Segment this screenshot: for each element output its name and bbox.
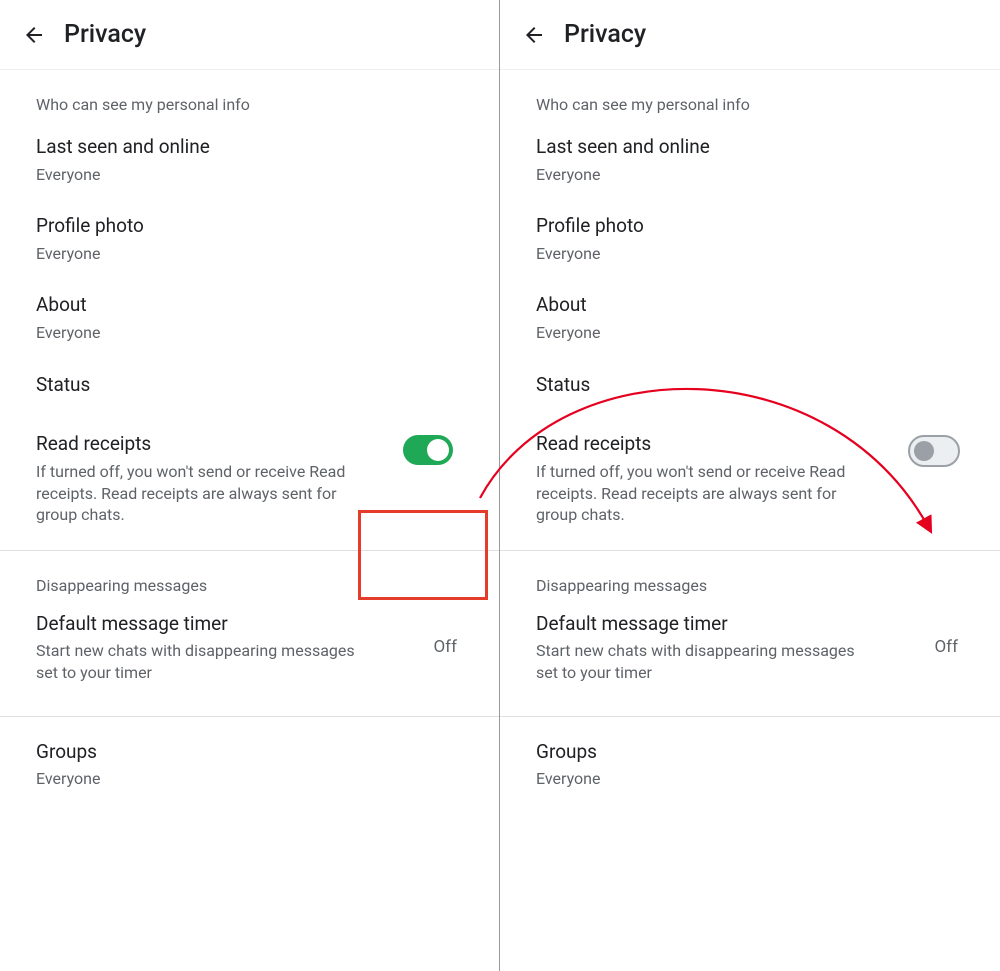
row-title: Groups	[36, 739, 463, 765]
row-title: Profile photo	[36, 213, 463, 239]
row-value: Everyone	[536, 243, 876, 265]
section-disappearing-label: Disappearing messages	[500, 551, 1000, 601]
row-title: Groups	[536, 739, 964, 765]
row-profile-photo[interactable]: Profile photo Everyone	[0, 199, 499, 278]
back-button[interactable]	[12, 13, 56, 57]
read-receipts-toggle[interactable]	[908, 435, 960, 467]
row-groups[interactable]: Groups Everyone	[500, 717, 1000, 804]
row-desc: If turned off, you won't send or receive…	[36, 461, 376, 526]
row-last-seen[interactable]: Last seen and online Everyone	[500, 120, 1000, 199]
privacy-screen-left: Privacy Who can see my personal info Las…	[0, 0, 500, 971]
arrow-left-icon	[22, 23, 46, 47]
row-desc: If turned off, you won't send or receive…	[536, 461, 876, 526]
toggle-knob-icon	[427, 439, 449, 461]
row-about[interactable]: About Everyone	[500, 278, 1000, 357]
row-title: Read receipts	[536, 431, 876, 457]
row-read-receipts[interactable]: Read receipts If turned off, you won't s…	[500, 411, 1000, 539]
row-status[interactable]: Status	[0, 358, 499, 412]
row-title: About	[536, 292, 964, 318]
row-profile-photo[interactable]: Profile photo Everyone	[500, 199, 1000, 278]
row-value: Everyone	[536, 322, 876, 344]
header: Privacy	[500, 0, 1000, 70]
row-value: Everyone	[536, 164, 876, 186]
section-disappearing-label: Disappearing messages	[0, 551, 499, 601]
row-title: Default message timer	[536, 611, 876, 637]
row-default-timer[interactable]: Default message timer Start new chats wi…	[0, 601, 499, 698]
header: Privacy	[0, 0, 499, 70]
row-value: Everyone	[36, 322, 376, 344]
row-value: Everyone	[36, 243, 376, 265]
privacy-screen-right: Privacy Who can see my personal info Las…	[500, 0, 1000, 971]
row-title: Last seen and online	[36, 134, 463, 160]
row-title: Status	[36, 372, 463, 398]
arrow-left-icon	[522, 23, 546, 47]
section-personal-info-label: Who can see my personal info	[0, 70, 499, 120]
page-title: Privacy	[564, 20, 646, 49]
back-button[interactable]	[512, 13, 556, 57]
read-receipts-toggle[interactable]	[403, 435, 453, 465]
row-title: Read receipts	[36, 431, 376, 457]
row-title: Profile photo	[536, 213, 964, 239]
row-read-receipts[interactable]: Read receipts If turned off, you won't s…	[0, 411, 499, 539]
row-title: Last seen and online	[536, 134, 964, 160]
section-personal-info-label: Who can see my personal info	[500, 70, 1000, 120]
row-groups[interactable]: Groups Everyone	[0, 717, 499, 804]
row-last-seen[interactable]: Last seen and online Everyone	[0, 120, 499, 199]
row-default-timer[interactable]: Default message timer Start new chats wi…	[500, 601, 1000, 698]
row-value: Everyone	[36, 164, 376, 186]
row-title: Status	[536, 372, 964, 398]
row-title: About	[36, 292, 463, 318]
row-status[interactable]: Status	[500, 358, 1000, 412]
toggle-knob-icon	[914, 441, 934, 461]
row-value: Everyone	[36, 768, 376, 790]
row-value: Off	[934, 637, 964, 657]
row-title: Default message timer	[36, 611, 376, 637]
row-desc: Start new chats with disappearing messag…	[36, 640, 376, 683]
row-value: Off	[433, 637, 463, 657]
row-about[interactable]: About Everyone	[0, 278, 499, 357]
page-title: Privacy	[64, 20, 146, 49]
row-value: Everyone	[536, 768, 876, 790]
row-desc: Start new chats with disappearing messag…	[536, 640, 876, 683]
